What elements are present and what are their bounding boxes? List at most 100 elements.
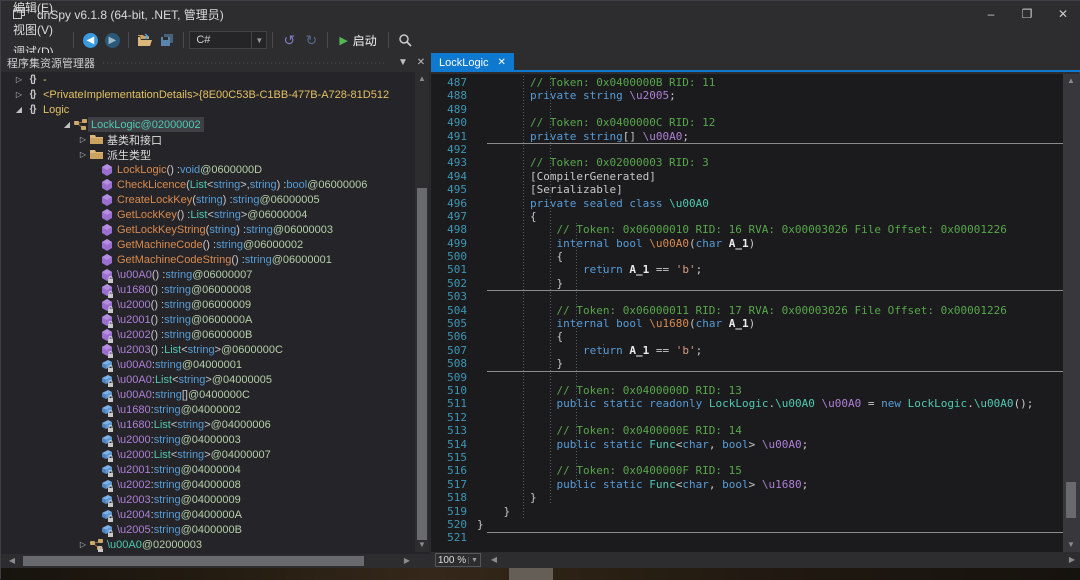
assembly-tree[interactable]: ▷{}-▷{}<PrivateImplementationDetails>{8E…	[1, 72, 415, 552]
menu-item-1[interactable]: 编辑(E)	[1, 0, 68, 18]
indent-guide	[603, 264, 604, 277]
tree-item[interactable]: \u1680 : List<string> @04000006	[1, 417, 415, 432]
scroll-right-icon[interactable]: ▶	[1065, 553, 1079, 567]
private-method-icon	[101, 344, 113, 356]
scroll-right-icon[interactable]: ▶	[400, 554, 414, 568]
tree-item[interactable]: GetLockKey() : List<string> @06000004	[1, 207, 415, 222]
save-all-button[interactable]	[156, 29, 178, 51]
tree-item[interactable]: \u2000() : string @06000009	[1, 297, 415, 312]
tree-item[interactable]: \u00A0 : List<string> @04000005	[1, 372, 415, 387]
undo-button[interactable]: ↺	[278, 29, 300, 51]
scroll-up-icon[interactable]: ▲	[1064, 74, 1078, 88]
tab-close-icon[interactable]: ✕	[498, 57, 506, 68]
expander-collapsed-icon[interactable]: ▷	[13, 90, 25, 99]
close-button[interactable]: ✕	[1045, 1, 1080, 27]
tree-item[interactable]: \u2000 : List<string> @04000007	[1, 447, 415, 462]
restore-button[interactable]: ❐	[1009, 1, 1045, 27]
tree-item[interactable]: ▷基类和接口	[1, 132, 415, 147]
code-line: 510 // Token: 0x0400000D RID: 13	[431, 384, 1063, 397]
tree-horizontal-scrollbar[interactable]: ◀ ▶	[1, 554, 430, 568]
minimize-button[interactable]: –	[973, 1, 1009, 27]
tree-item-label: GetLockKeyString(string) : string @06000…	[114, 222, 336, 237]
tab-locklogic[interactable]: LockLogic ✕	[431, 53, 514, 72]
tree-item[interactable]: ▷{}-	[1, 72, 415, 87]
combo-dropdown-icon[interactable]: ▼	[251, 32, 266, 48]
tree-item-label: -	[40, 72, 50, 87]
code-line: 508 }	[431, 357, 1063, 370]
expander-expanded-icon[interactable]: ◢	[61, 120, 73, 129]
tree-item[interactable]: \u1680() : string @06000008	[1, 282, 415, 297]
tree-item[interactable]: ▷派生类型	[1, 147, 415, 162]
nested-class-icon	[90, 539, 103, 551]
code-line: 511 public static readonly LockLogic.\u0…	[431, 397, 1063, 410]
private-field-icon	[100, 404, 113, 415]
navigate-forward-button[interactable]: ▶	[101, 29, 123, 51]
tree-item[interactable]: \u2005 : string @0400000B	[1, 522, 415, 537]
scroll-down-icon[interactable]: ▼	[415, 538, 429, 552]
tree-item[interactable]: ▷{}<PrivateImplementationDetails>{8E00C5…	[1, 87, 415, 102]
tree-item[interactable]: LockLogic() : void @0600000D	[1, 162, 415, 177]
open-file-button[interactable]	[134, 29, 156, 51]
code-line: 503	[431, 290, 1063, 303]
expander-expanded-icon[interactable]: ◢	[13, 105, 25, 114]
tree-item[interactable]: \u2000 : string @04000003	[1, 432, 415, 447]
redo-button[interactable]: ↻	[300, 29, 322, 51]
panel-grip	[103, 59, 386, 67]
tree-item[interactable]: \u00A0 : string @04000001	[1, 357, 415, 372]
tree-item[interactable]: ◢LockLogic @02000002	[1, 117, 415, 132]
panel-close-icon[interactable]: ✕	[412, 57, 430, 68]
tree-item[interactable]: \u00A0 : string[] @0400000C	[1, 387, 415, 402]
scroll-left-icon[interactable]: ◀	[5, 554, 19, 568]
save-all-icon	[160, 33, 175, 47]
editor-vertical-scrollbar[interactable]: ▲ ▼	[1063, 74, 1080, 552]
code-line: 520}	[431, 518, 1063, 531]
scroll-up-icon[interactable]: ▲	[415, 72, 429, 86]
zoom-dropdown-icon[interactable]: ▼	[468, 557, 480, 564]
scroll-down-icon[interactable]: ▼	[1064, 538, 1078, 552]
editor-horizontal-scrollbar[interactable]: ◀ ▶	[485, 553, 1080, 567]
tree-item-label: \u2003() : List<string> @0600000C	[114, 342, 286, 357]
code-editor[interactable]: 487 // Token: 0x0400000B RID: 11488 priv…	[431, 74, 1063, 552]
panel-menu-icon[interactable]: ▼	[394, 57, 412, 68]
code-line: 507 return A_1 == 'b';	[431, 344, 1063, 357]
code-line: 512	[431, 411, 1063, 424]
tree-item[interactable]: ▷\u00A0 @02000003	[1, 537, 415, 552]
code-line: 502 }	[431, 277, 1063, 290]
tree-item[interactable]: \u2002() : string @0600000B	[1, 327, 415, 342]
scroll-left-icon[interactable]: ◀	[487, 553, 501, 567]
private-field-icon	[100, 449, 113, 460]
tree-item[interactable]: \u2003 : string @04000009	[1, 492, 415, 507]
language-combo[interactable]: C# ▼	[189, 31, 267, 49]
tree-item[interactable]: \u2001 : string @04000004	[1, 462, 415, 477]
document-tabstrip: LockLogic ✕	[431, 53, 1080, 72]
tree-vertical-scrollbar[interactable]: ▲ ▼	[415, 72, 429, 552]
tree-item[interactable]: \u2001() : string @0600000A	[1, 312, 415, 327]
expander-collapsed-icon[interactable]: ▷	[77, 540, 89, 549]
expander-collapsed-icon[interactable]: ▷	[77, 135, 89, 144]
start-label: 启动	[353, 32, 377, 49]
tree-item[interactable]: \u2004 : string @0400000A	[1, 507, 415, 522]
tree-item[interactable]: CheckLicence(List<string>, string) : boo…	[1, 177, 415, 192]
expander-collapsed-icon[interactable]: ▷	[77, 150, 89, 159]
tree-item-label: GetMachineCodeString() : string @0600000…	[114, 252, 335, 267]
tree-item[interactable]: \u2003() : List<string> @0600000C	[1, 342, 415, 357]
start-debug-button[interactable]: ▶ 启动	[333, 32, 382, 49]
code-line: 487 // Token: 0x0400000B RID: 11	[431, 76, 1063, 89]
expander-collapsed-icon[interactable]: ▷	[13, 75, 25, 84]
tree-item[interactable]: CreateLockKey(string) : string @06000005	[1, 192, 415, 207]
zoom-combo[interactable]: 100 % ▼	[435, 553, 481, 567]
menu-item-2[interactable]: 视图(V)	[1, 18, 68, 40]
tree-item[interactable]: \u00A0() : string @06000007	[1, 267, 415, 282]
tree-item[interactable]: \u2002 : string @04000008	[1, 477, 415, 492]
search-icon	[398, 33, 412, 47]
tree-item[interactable]: \u1680 : string @04000002	[1, 402, 415, 417]
search-button[interactable]	[394, 29, 416, 51]
tree-item[interactable]: GetMachineCode() : string @06000002	[1, 237, 415, 252]
tree-item-label: \u2005 : string @0400000B	[114, 522, 245, 537]
tree-item-label: \u2001 : string @04000004	[114, 462, 244, 477]
taskbar-active-button[interactable]	[509, 568, 553, 580]
tree-item[interactable]: GetLockKeyString(string) : string @06000…	[1, 222, 415, 237]
tree-item[interactable]: GetMachineCodeString() : string @0600000…	[1, 252, 415, 267]
tree-item[interactable]: ◢{}Logic	[1, 102, 415, 117]
navigate-back-button[interactable]: ◀	[79, 29, 101, 51]
